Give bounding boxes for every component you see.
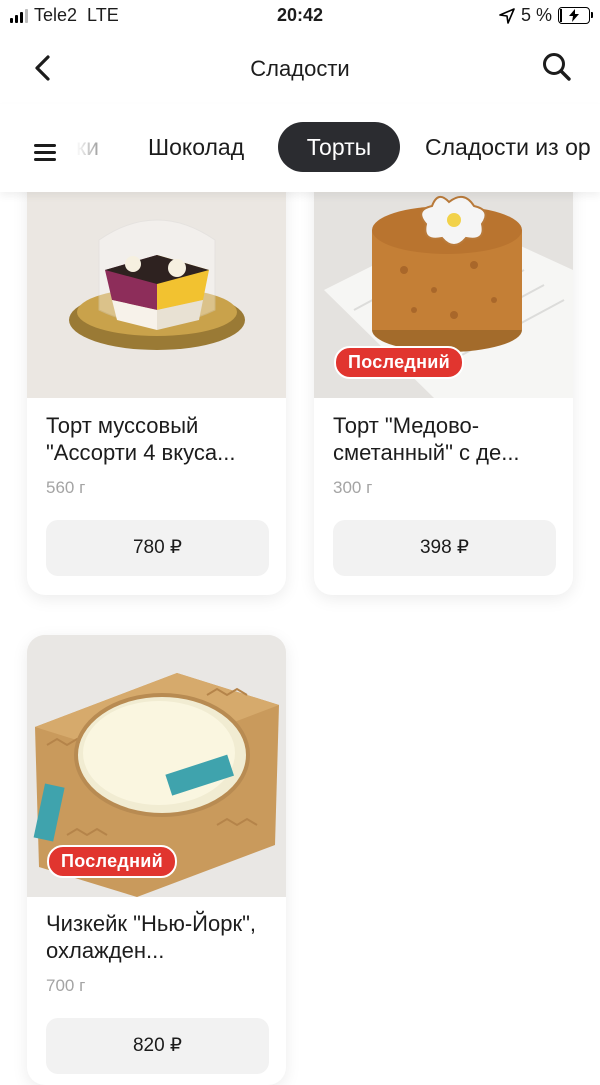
product-image[interactable] — [27, 160, 286, 398]
last-item-badge: Последний — [47, 845, 178, 878]
product-card[interactable]: Торт муссовый "Ассорти 4 вкуса... 560 г … — [27, 160, 286, 595]
battery-percent: 5 % — [520, 5, 552, 25]
charging-bolt-icon — [569, 9, 579, 22]
price-button[interactable]: 780 ₽ — [46, 520, 269, 576]
product-weight: 700 г — [46, 976, 86, 995]
category-tabs: ки Шоколад Торты Сладости из ор — [0, 104, 600, 192]
tab-oriental-sweets[interactable]: Сладости из ор — [399, 122, 600, 172]
product-title[interactable]: Торт муссовый "Ассорти 4 вкуса... — [46, 412, 272, 466]
product-card[interactable]: Последний Чизкейк "Нью-Йорк", охлажден..… — [27, 635, 286, 1085]
tab-cakes[interactable]: Торты — [278, 122, 400, 172]
product-title[interactable]: Торт "Медово-сметанный" с де... — [333, 412, 559, 466]
product-weight: 560 г — [46, 478, 86, 497]
status-bar: Tele2 LTE 20:42 5 % — [0, 0, 600, 34]
app-header: Сладости — [0, 34, 600, 104]
page-title: Сладости — [250, 56, 350, 81]
battery-icon — [558, 7, 593, 24]
tabs-fade — [60, 134, 100, 170]
hamburger-icon[interactable] — [34, 144, 56, 162]
product-weight: 300 г — [333, 478, 373, 497]
product-title[interactable]: Чизкейк "Нью-Йорк", охлажден... — [46, 910, 272, 964]
last-item-badge: Последний — [334, 346, 465, 379]
price-button[interactable]: 398 ₽ — [333, 520, 556, 576]
location-arrow-icon — [499, 7, 515, 24]
search-icon[interactable] — [540, 50, 574, 84]
product-card[interactable]: Последний Торт "Медово-сметанный" с де..… — [314, 160, 573, 595]
tab-chocolate[interactable]: Шоколад — [122, 122, 270, 172]
status-right: 5 % — [499, 5, 593, 26]
cake-assorted-image — [27, 160, 286, 398]
